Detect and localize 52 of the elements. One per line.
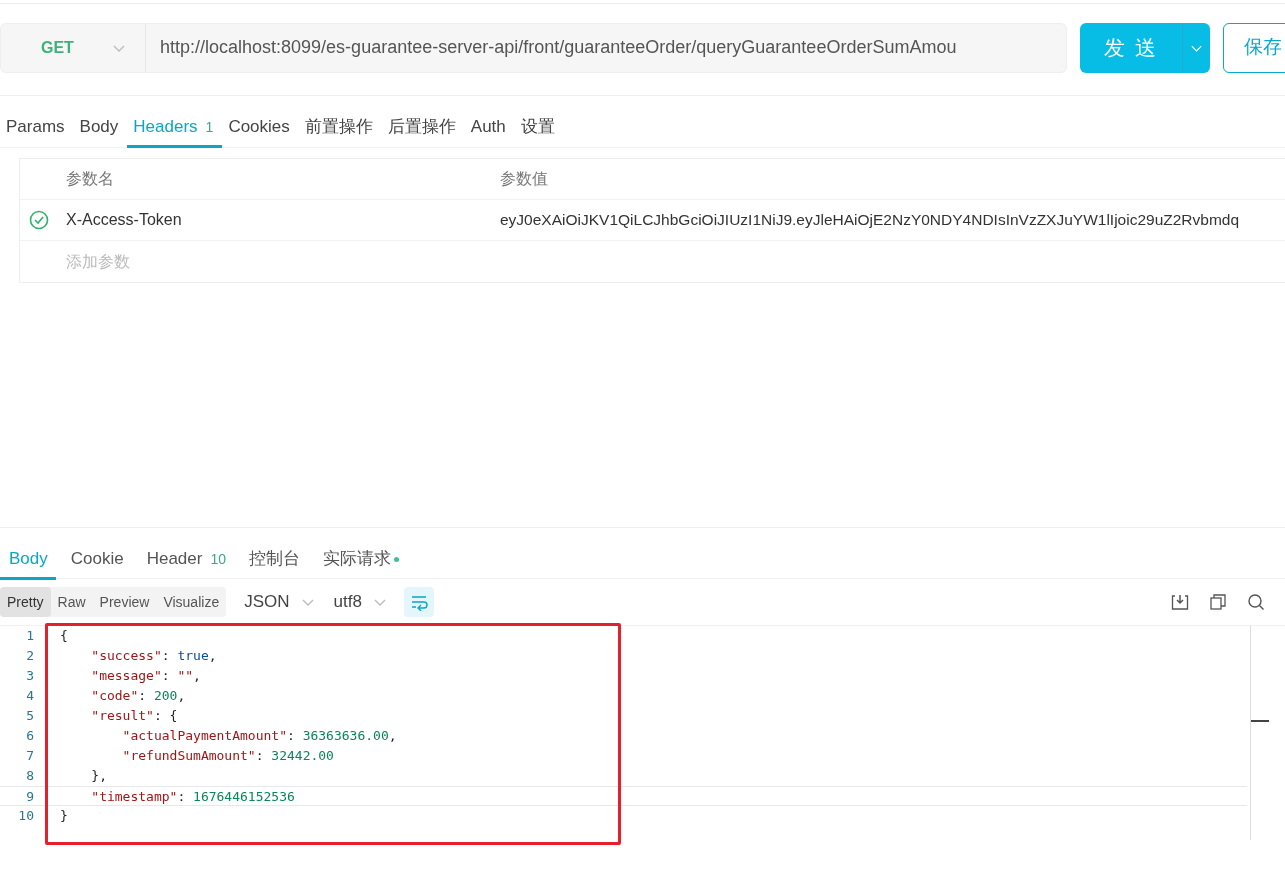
request-tab[interactable]: 后置操作 (381, 96, 465, 148)
code-line: }, (90, 767, 107, 785)
header-name: X-Access-Token (66, 210, 182, 230)
request-tab[interactable]: Auth (464, 96, 515, 148)
format-select[interactable]: JSON (244, 589, 316, 615)
line-number: 6 (25, 727, 34, 745)
line-number: 9 (25, 788, 34, 805)
line-number: 10 (17, 807, 34, 825)
code-line: "code": 200, (90, 687, 186, 705)
search-icon[interactable] (1247, 593, 1265, 611)
scroll-marker (1251, 720, 1269, 722)
url-field[interactable]: http://localhost:8099/es-guarantee-server-api/front/guaranteeOrder/queryGuaranteeOrderSumAmou (146, 34, 957, 61)
line-number: 5 (25, 707, 34, 725)
view-mode-tab[interactable]: Preview (92, 587, 157, 617)
code-line: } (60, 807, 68, 825)
wrap-icon (409, 593, 428, 611)
response-tab[interactable]: 实际请求 (314, 528, 407, 580)
method-label: GET (41, 37, 74, 58)
request-tab[interactable]: Params (0, 96, 74, 148)
count-label: 10 (210, 550, 226, 567)
copy-icon[interactable] (1209, 593, 1227, 611)
code-line: { (60, 627, 68, 645)
code-line: "timestamp": 1676446152536 (90, 788, 295, 805)
wrap-toggle-button[interactable] (403, 587, 434, 617)
view-mode-tab[interactable]: Pretty (0, 587, 51, 617)
code-line: "success": true, (90, 647, 217, 665)
code-line: "refundSumAmount": 32442.00 (121, 747, 334, 765)
count-label: 1 (205, 119, 214, 136)
code-line: "message": "", (90, 667, 201, 685)
request-tab[interactable]: 前置操作 (298, 96, 382, 148)
request-tab[interactable]: Body (73, 96, 128, 148)
column-header: 参数值 (500, 169, 549, 189)
code-line: "actualPaymentAmount": 36363636.00, (121, 727, 397, 745)
code-line: "result": { (90, 707, 178, 725)
line-number: 4 (25, 687, 34, 705)
response-tab[interactable]: 控制台 (240, 528, 308, 580)
line-number: 3 (25, 667, 34, 685)
column-header: 参数名 (65, 169, 115, 189)
request-tab[interactable]: Cookies (222, 96, 299, 148)
response-tab[interactable]: Header 10 (137, 528, 234, 580)
encoding-select[interactable]: utf8 (333, 589, 388, 615)
header-value: eyJ0eXAiOiJKV1QiLCJhbGciOiJIUzI1NiJ9.eyJleHAiOjE2NzY0NDY4NDIsInVzZXJuYW1lIjoic29uZ2Rvbmdq (500, 210, 1241, 231)
line-number: 1 (25, 627, 34, 645)
view-mode-tab[interactable]: Raw (50, 587, 93, 617)
view-mode-tab[interactable]: Visualize (156, 587, 227, 617)
line-number: 7 (25, 747, 34, 765)
check-circle-icon[interactable] (29, 210, 49, 230)
line-number: 8 (25, 767, 34, 785)
line-number: 2 (25, 647, 34, 665)
download-icon[interactable] (1171, 593, 1189, 611)
response-tab[interactable]: Cookie (61, 528, 132, 580)
request-tab[interactable]: 设置 (514, 96, 564, 148)
